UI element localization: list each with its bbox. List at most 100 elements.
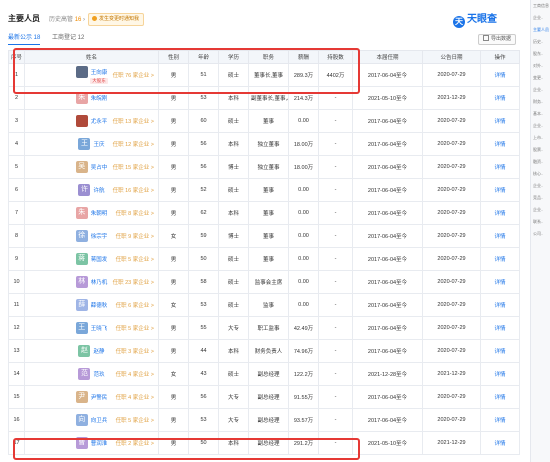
person-name-link[interactable]: 王向康 <box>91 70 108 76</box>
avatar: 王 <box>75 322 88 334</box>
companies-link[interactable]: 任职 12 家企业 > <box>113 140 154 148</box>
sidebar-item[interactable]: 企业.. <box>531 12 550 24</box>
sidebar-item[interactable]: 融资.. <box>531 156 550 168</box>
cell-shares: - <box>318 178 353 202</box>
detail-link[interactable]: 详情 <box>494 188 505 194</box>
detail-link[interactable]: 详情 <box>494 234 505 240</box>
sidebar-item[interactable]: 企业.. <box>531 180 550 192</box>
detail-link[interactable]: 详情 <box>494 96 505 102</box>
detail-link[interactable]: 详情 <box>494 165 505 171</box>
cell-role: 副总经理 <box>248 385 289 409</box>
detail-link[interactable]: 详情 <box>494 280 505 286</box>
detail-link[interactable]: 详情 <box>494 257 505 263</box>
cell-pay: 0.00 <box>288 247 319 271</box>
person-name-link[interactable]: 向卫兵 <box>91 418 108 424</box>
avatar <box>75 115 88 127</box>
companies-link[interactable]: 任职 5 家企业 > <box>116 416 154 424</box>
tab-latest[interactable]: 最新公示 18 <box>8 32 41 45</box>
sidebar-item[interactable]: 企业.. <box>531 84 550 96</box>
detail-link[interactable]: 详情 <box>494 418 505 424</box>
sidebar-item[interactable]: 财务.. <box>531 96 550 108</box>
detail-link[interactable]: 详情 <box>494 441 505 447</box>
export-button[interactable]: 导出数据 <box>478 34 516 45</box>
person-name-link[interactable]: 王晓飞 <box>91 326 108 332</box>
sidebar-item[interactable]: 竞品.. <box>531 192 550 204</box>
sidebar-item[interactable]: 主要人员 <box>531 24 550 36</box>
sidebar-item[interactable]: 联系.. <box>531 216 550 228</box>
sidebar-item[interactable]: 历史.. <box>531 36 550 48</box>
sidebar-item[interactable]: 公司.. <box>531 228 550 240</box>
companies-link[interactable]: 任职 76 家企业 > <box>113 71 154 79</box>
table-row: 5 吴吴占中 任职 15 家企业 > 男 56 博士 独立董事 18.00万 -2017-06-… <box>8 155 520 179</box>
sidebar-item[interactable]: 企业.. <box>531 204 550 216</box>
detail-link[interactable]: 详情 <box>494 326 505 332</box>
cell-gender: 男 <box>158 408 189 432</box>
companies-link[interactable]: 任职 6 家企业 > <box>116 301 154 309</box>
companies-link[interactable]: 任职 13 家企业 > <box>113 117 154 125</box>
sidebar-item[interactable]: 变更.. <box>531 72 550 84</box>
detail-cell: 详情 <box>480 362 520 386</box>
sidebar-item[interactable]: 企业.. <box>531 120 550 132</box>
cell-term: 2017-06-04至今 <box>352 63 423 87</box>
detail-link[interactable]: 详情 <box>494 303 505 309</box>
detail-link[interactable]: 详情 <box>494 372 505 378</box>
person-name-link[interactable]: 薛德秋 <box>91 303 108 309</box>
sidebar-item[interactable]: 对外.. <box>531 60 550 72</box>
cell-role: 监事 <box>248 293 289 317</box>
companies-link[interactable]: 任职 2 家企业 > <box>116 439 154 447</box>
avatar: 尹 <box>75 391 88 403</box>
companies-link[interactable]: 任职 16 家企业 > <box>113 186 154 194</box>
person-name-link[interactable]: 赵静 <box>93 349 104 355</box>
cell-shares: - <box>318 408 353 432</box>
cell-date: 2020-07-29 <box>422 201 481 225</box>
person-name-link[interactable]: 许航 <box>93 188 104 194</box>
person-name-link[interactable]: 林乃机 <box>91 280 108 286</box>
sidebar-item[interactable]: 核心.. <box>531 168 550 180</box>
cell-role: 董事 <box>248 109 289 133</box>
companies-link[interactable]: 任职 3 家企业 > <box>116 347 154 355</box>
person-name-link[interactable]: 尤永平 <box>91 119 108 125</box>
person-name-link[interactable]: 朱朝明 <box>91 211 108 217</box>
sidebar-item[interactable]: 股票.. <box>531 144 550 156</box>
column-header: 持股数 <box>318 50 353 64</box>
sidebar-item[interactable]: 工商信息 <box>531 0 550 12</box>
detail-link[interactable]: 详情 <box>494 395 505 401</box>
cell-age: 50 <box>188 247 219 271</box>
person-name-link[interactable]: 尹警民 <box>91 395 108 401</box>
person-name-link[interactable]: 曹润淮 <box>91 441 108 447</box>
cell-pay: 0.00 <box>288 293 319 317</box>
detail-link[interactable]: 详情 <box>494 142 505 148</box>
companies-link[interactable]: 任职 5 家企业 > <box>116 324 154 332</box>
person-name-link[interactable]: 蒋国发 <box>91 257 108 263</box>
table-row: 2朱朱皖刚男53本科副董事长,董事,总经理214.3万-2021-05-10至今… <box>8 86 520 110</box>
major-shareholder-badge: 大股东 <box>90 78 108 84</box>
companies-link[interactable]: 任职 15 家企业 > <box>113 163 154 171</box>
companies-link[interactable]: 任职 4 家企业 > <box>116 393 154 401</box>
notify-badge[interactable]: 发生变更时通知我 <box>88 13 145 26</box>
companies-link[interactable]: 任职 5 家企业 > <box>116 255 154 263</box>
person-name-link[interactable]: 范玖 <box>93 372 104 378</box>
companies-link[interactable]: 任职 23 家企业 > <box>113 278 154 286</box>
sidebar-item[interactable]: 上市.. <box>531 132 550 144</box>
detail-link[interactable]: 详情 <box>494 119 505 125</box>
sidebar-item[interactable]: 股东.. <box>531 48 550 60</box>
detail-link[interactable]: 详情 <box>494 73 505 79</box>
detail-link[interactable]: 详情 <box>494 349 505 355</box>
row-number: 6 <box>8 178 25 202</box>
cell-pay: 91.55万 <box>288 385 319 409</box>
person-name-link[interactable]: 王庆 <box>93 142 104 148</box>
detail-link[interactable]: 详情 <box>494 211 505 217</box>
companies-link[interactable]: 任职 4 家企业 > <box>116 370 154 378</box>
tab-registry[interactable]: 工商登记 12 <box>52 32 84 44</box>
cell-age: 62 <box>188 201 219 225</box>
person-name-link[interactable]: 徐宗宇 <box>91 234 108 240</box>
cell-term: 2017-06-04至今 <box>352 178 423 202</box>
avatar: 林 <box>75 276 88 288</box>
detail-cell: 详情 <box>480 63 520 87</box>
person-name-link[interactable]: 朱皖刚 <box>91 96 108 102</box>
person-name-link[interactable]: 吴占中 <box>91 165 108 171</box>
sidebar-item[interactable]: 基本.. <box>531 108 550 120</box>
history-executives-link[interactable]: 历史高管 16 › <box>49 14 85 23</box>
companies-link[interactable]: 任职 8 家企业 > <box>116 209 154 217</box>
companies-link[interactable]: 任职 9 家企业 > <box>116 232 154 240</box>
